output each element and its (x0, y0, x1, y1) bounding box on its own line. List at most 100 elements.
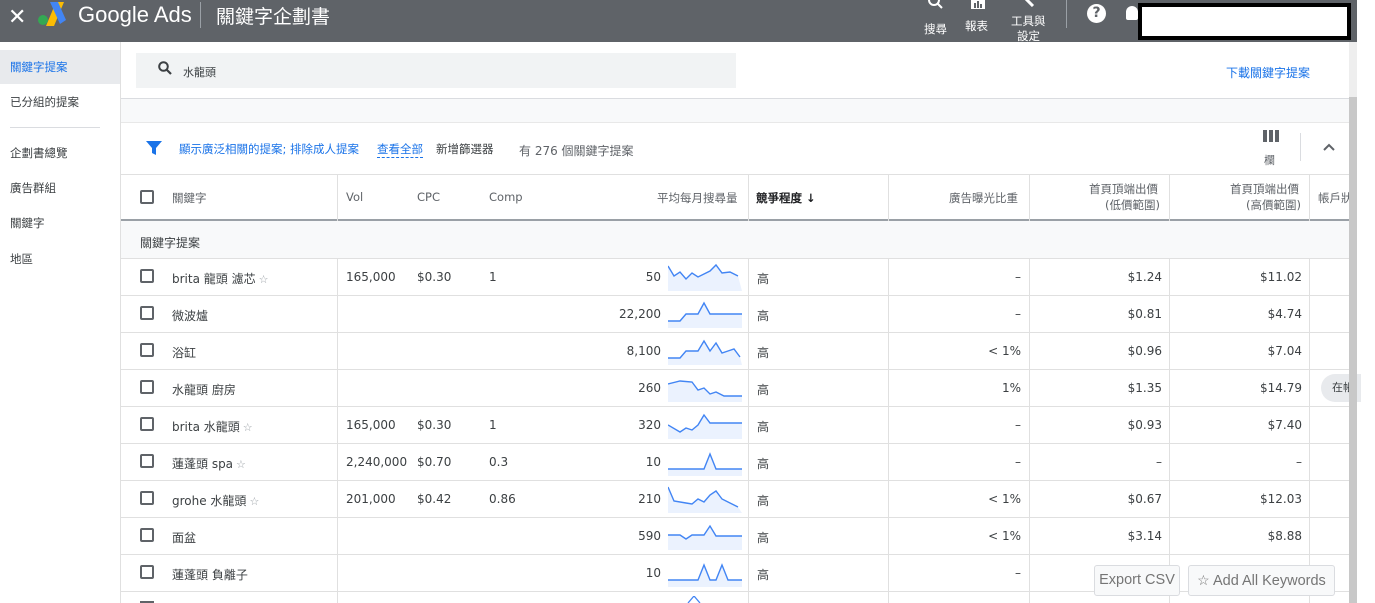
columns-icon[interactable] (1263, 130, 1279, 142)
keyword-cell: grohe 水龍頭 ☆ (172, 492, 259, 509)
star-icon[interactable]: ☆ (259, 273, 269, 286)
columns-label[interactable]: 欄 (1264, 152, 1275, 168)
row-checkbox[interactable] (140, 454, 154, 468)
comp-cell: 0.86 (489, 492, 516, 506)
top-bid-low-cell: – (1156, 455, 1162, 469)
sidebar-item-grouped-ideas[interactable]: 已分組的提案 (0, 85, 120, 119)
sidebar-item-locations[interactable]: 地區 (0, 242, 120, 276)
avg-monthly-searches-cell: 320 (638, 418, 661, 432)
keyword-cell: brita 水龍頭 ☆ (172, 418, 253, 435)
keyword-cell: 浴缸 (172, 344, 196, 361)
download-keyword-ideas-link[interactable]: 下載關鍵字提案 (1226, 64, 1310, 81)
row-checkbox[interactable] (140, 306, 154, 320)
competition-cell: 高 (757, 531, 770, 545)
sidebar-item-label: 地區 (10, 252, 33, 266)
keyword-cell: 蓮蓬頭 spa ☆ (172, 455, 246, 472)
sidebar-item-plan-overview[interactable]: 企劃書總覽 (0, 136, 120, 170)
keyword-text[interactable]: grohe 水龍頭 (172, 494, 246, 508)
row-checkbox[interactable] (140, 491, 154, 505)
table-row[interactable]: 面盆 590 高 < 1% $3.14 $8.88 (121, 518, 1349, 555)
table-row[interactable]: 微波爐 22,200 高 – $0.81 $4.74 (121, 296, 1349, 333)
table-row[interactable]: grohe 水龍頭 ☆ 201,000 $0.42 0.86 210 高 < 1% $0.67 $… (121, 481, 1349, 518)
row-checkbox[interactable] (140, 417, 154, 431)
left-navigation: 關鍵字提案 已分組的提案 企劃書總覽 廣告群組 關鍵字 地區 (0, 42, 121, 603)
reports-nav-button[interactable]: 報表 (963, 0, 993, 40)
star-icon[interactable]: ☆ (236, 458, 246, 471)
view-all-filters-link[interactable]: 查看全部 (377, 141, 423, 158)
table-row[interactable]: brita 水龍頭 ☆ 165,000 $0.30 1 320 高 – $0.93 $7.40 (121, 407, 1349, 444)
keyword-text[interactable]: brita 龍頭 濾芯 (172, 272, 256, 286)
keyword-text[interactable]: 浴缸 (172, 346, 196, 360)
export-csv-button[interactable]: Export CSV (1094, 565, 1180, 596)
star-icon[interactable]: ☆ (243, 421, 253, 434)
chip-label: 在帳 (1332, 381, 1350, 394)
column-header-comp[interactable]: Comp (489, 190, 523, 205)
row-checkbox[interactable] (140, 380, 154, 394)
help-icon[interactable]: ? (1087, 4, 1106, 23)
brand-name: Google Ads (78, 2, 192, 27)
search-input[interactable] (136, 53, 736, 88)
competition-cell: 高 (757, 494, 770, 508)
tools-settings-button[interactable]: 工具與 設定 (1008, 0, 1052, 43)
table-row[interactable]: 蓮蓬頭 spa ☆ 2,240,000 $0.70 0.3 10 高 – – – (121, 444, 1349, 481)
search-nav-button[interactable]: 搜尋 (922, 0, 948, 40)
competition-cell: 高 (757, 383, 770, 397)
column-header-avg-monthly-searches[interactable]: 平均每月搜尋量 (657, 191, 738, 206)
chevron-up-icon[interactable] (1322, 140, 1336, 154)
column-header-bid-high-line1[interactable]: 首頁頂端出價 (1230, 182, 1299, 197)
filter-icon[interactable] (146, 140, 162, 156)
notifications-icon[interactable] (1126, 6, 1138, 20)
search-query-value[interactable]: 水龍頭 (183, 64, 216, 80)
keyword-cell: 蓮蓬頭 負離子 (172, 566, 248, 583)
table-row[interactable]: brita 龍頭 濾芯 ☆ 165,000 $0.30 1 50 高 – $1.24 $11.02 (121, 259, 1349, 296)
avg-monthly-searches-cell: 22,200 (619, 307, 661, 321)
select-all-checkbox[interactable] (140, 190, 154, 204)
column-header-impression-share[interactable]: 廣告曝光比重 (949, 191, 1018, 206)
sidebar-item-keywords[interactable]: 關鍵字 (0, 206, 120, 240)
active-filters-text[interactable]: 顯示廣泛相關的提案; 排除成人提案 (179, 141, 359, 157)
top-bid-low-cell: $1.24 (1127, 270, 1162, 284)
cpc-cell: $0.30 (417, 418, 452, 432)
top-app-bar: ✕ Google Ads 關鍵字企劃書 搜尋 報表 工具與 設定 ? (0, 0, 1357, 43)
column-header-cpc[interactable]: CPC (417, 190, 440, 205)
vol-cell: 165,000 (346, 270, 396, 284)
star-icon[interactable]: ☆ (249, 495, 259, 508)
keyword-text[interactable]: 微波爐 (172, 309, 208, 323)
column-header-bid-low-line2[interactable]: (低價範圍) (1105, 198, 1160, 213)
impression-share-cell: – (1015, 455, 1021, 469)
column-header-bid-high-line2[interactable]: (高價範圍) (1246, 198, 1301, 213)
column-header-account-status[interactable]: 帳戶狀 (1318, 191, 1349, 206)
keyword-text[interactable]: 蓮蓬頭 負離子 (172, 568, 248, 582)
account-info-redacted[interactable] (1138, 3, 1351, 40)
add-filter-button[interactable]: 新增篩選器 (436, 141, 494, 157)
column-header-bid-low-line1[interactable]: 首頁頂端出價 (1089, 182, 1158, 197)
close-icon[interactable]: ✕ (8, 6, 26, 30)
add-all-keywords-button[interactable]: ☆ Add All Keywords (1188, 565, 1335, 596)
vol-cell: 201,000 (346, 492, 396, 506)
sidebar-divider (10, 127, 100, 128)
top-bid-low-cell: $1.35 (1127, 381, 1162, 395)
wrench-icon (1024, 0, 1035, 7)
top-bid-low-cell: $3.14 (1127, 529, 1162, 543)
search-icon (158, 61, 172, 75)
impression-share-cell: < 1% (988, 344, 1021, 358)
comp-cell: 0.3 (489, 455, 509, 469)
column-header-keyword[interactable]: 關鍵字 (172, 191, 207, 206)
table-row[interactable]: 水龍頭 廚房 260 高 1% $1.35 $14.79 (121, 370, 1349, 407)
column-header-competition[interactable]: 競爭程度 ↓ (756, 191, 816, 206)
row-checkbox[interactable] (140, 269, 154, 283)
sidebar-item-keyword-ideas[interactable]: 關鍵字提案 (0, 50, 120, 84)
row-checkbox[interactable] (140, 565, 154, 579)
keyword-text[interactable]: 面盆 (172, 531, 196, 545)
row-checkbox[interactable] (140, 343, 154, 357)
sidebar-item-ad-groups[interactable]: 廣告群組 (0, 171, 120, 205)
competition-cell: 高 (757, 346, 770, 360)
keyword-text[interactable]: brita 水龍頭 (172, 420, 240, 434)
keyword-text[interactable]: 蓮蓬頭 spa (172, 457, 233, 471)
scrollbar-thumb[interactable] (1349, 97, 1357, 603)
table-row[interactable]: 浴缸 8,100 高 < 1% $0.96 $7.04 (121, 333, 1349, 370)
impression-share-cell: – (1015, 270, 1021, 284)
keyword-text[interactable]: 水龍頭 廚房 (172, 383, 236, 397)
column-header-vol[interactable]: Vol (346, 190, 363, 205)
row-checkbox[interactable] (140, 528, 154, 542)
